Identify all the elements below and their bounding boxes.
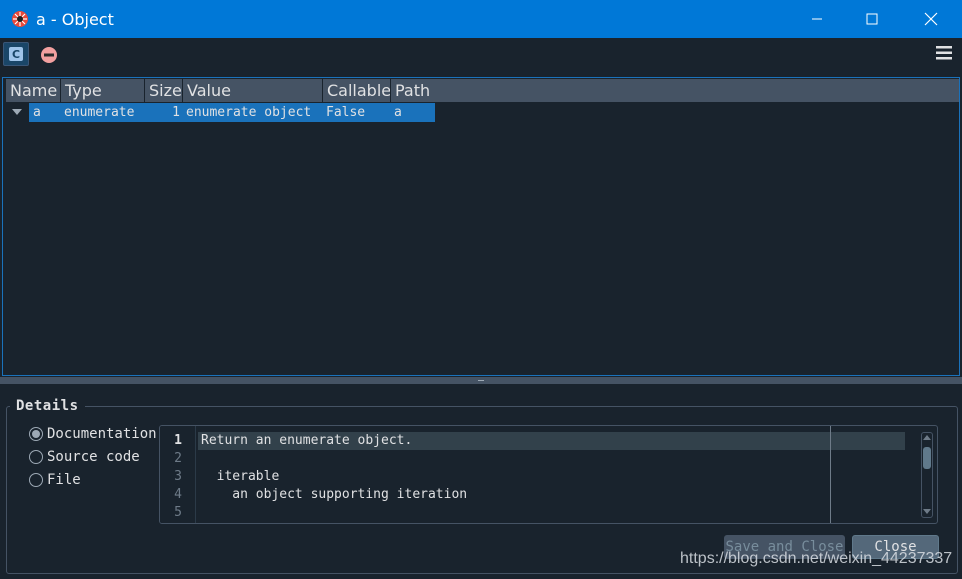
close-window-button[interactable] <box>902 0 960 38</box>
cell-path: a <box>394 105 402 120</box>
code-line: an object supporting iteration <box>201 487 468 502</box>
tree-header: Name Type Size Value Callable Path <box>6 79 959 102</box>
close-icon <box>924 12 938 26</box>
edge-line <box>830 426 831 523</box>
header-value[interactable]: Value <box>183 79 323 102</box>
radio-circle <box>29 473 43 487</box>
show-class-button[interactable]: C <box>3 42 29 66</box>
panel-splitter[interactable] <box>0 377 962 384</box>
minus-circle-icon[interactable] <box>40 46 58 64</box>
line-number: 1 <box>174 433 182 448</box>
spyder-logo-icon <box>12 11 28 27</box>
object-tree[interactable]: Name Type Size Value Callable Path a enu… <box>2 77 960 376</box>
vertical-scrollbar[interactable] <box>921 432 933 518</box>
code-line: iterable <box>201 469 280 484</box>
header-callable[interactable]: Callable <box>323 79 391 102</box>
line-number: 2 <box>174 451 182 466</box>
maximize-button[interactable] <box>843 0 901 38</box>
radio-label: Documentation <box>47 426 157 442</box>
radio-circle <box>29 450 43 464</box>
cell-size: 1 <box>172 105 180 120</box>
details-editor[interactable]: 1 2 3 4 5 Return an enumerate object. it… <box>159 425 938 524</box>
header-path[interactable]: Path <box>391 79 959 102</box>
cell-name: a <box>33 105 41 120</box>
hamburger-menu-icon[interactable] <box>935 44 953 62</box>
scrollbar-thumb[interactable] <box>923 447 931 469</box>
minimize-button[interactable] <box>788 0 846 38</box>
toolbar <box>0 38 962 74</box>
radio-label: File <box>47 472 81 488</box>
header-size[interactable]: Size <box>145 79 183 102</box>
header-name[interactable]: Name <box>6 79 61 102</box>
line-number: 3 <box>174 469 182 484</box>
cell-value: enumerate object <box>186 105 312 120</box>
radio-circle <box>29 427 43 441</box>
code-line: Return an enumerate object. <box>201 433 413 448</box>
expand-arrow-icon[interactable] <box>12 109 22 115</box>
title-bar: a - Object <box>0 0 962 38</box>
watermark-text: https://blog.csdn.net/weixin_44237337 <box>680 550 953 567</box>
cell-callable: False <box>326 105 366 120</box>
radio-file[interactable]: File <box>29 472 81 488</box>
radio-label: Source code <box>47 449 140 465</box>
window-title: a - Object <box>36 10 114 29</box>
minimize-icon <box>812 18 822 20</box>
header-type[interactable]: Type <box>61 79 145 102</box>
line-number-gutter: 1 2 3 4 5 <box>160 426 196 523</box>
cell-type: enumerate <box>64 105 135 120</box>
line-number: 5 <box>174 505 182 520</box>
tree-row[interactable]: a enumerate 1 enumerate object False a <box>29 103 435 122</box>
splitter-grip <box>478 380 484 381</box>
radio-source-code[interactable]: Source code <box>29 449 140 465</box>
details-title: Details <box>10 398 85 414</box>
radio-documentation[interactable]: Documentation <box>29 426 157 442</box>
scroll-up-icon[interactable] <box>923 435 931 440</box>
class-icon: C <box>9 47 23 61</box>
line-number: 4 <box>174 487 182 502</box>
maximize-icon <box>866 13 878 25</box>
scroll-down-icon[interactable] <box>923 509 931 514</box>
